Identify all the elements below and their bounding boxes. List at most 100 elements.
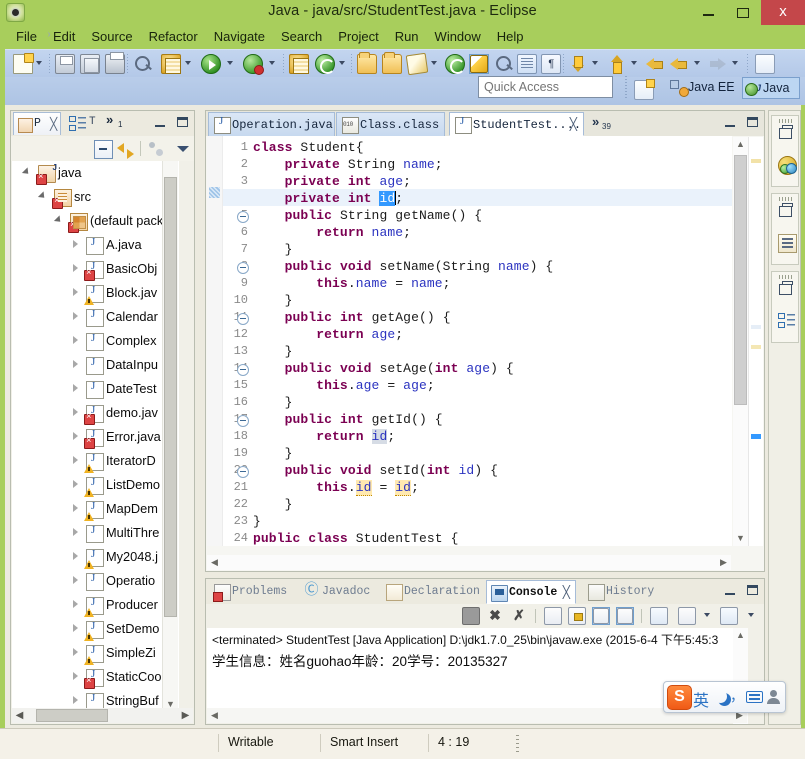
external-tools-icon[interactable] bbox=[161, 54, 181, 74]
code-line[interactable]: public String getName() { bbox=[253, 208, 482, 223]
code-line[interactable]: } bbox=[253, 344, 293, 359]
tree-item[interactable]: DataInpu bbox=[12, 353, 179, 377]
tree-item[interactable]: demo.jav bbox=[12, 401, 179, 425]
editor-scroll-right-button[interactable]: ▶ bbox=[716, 555, 731, 570]
tree-collapse-arrow-icon[interactable] bbox=[72, 552, 81, 561]
collapse-all-icon[interactable] bbox=[94, 140, 113, 159]
menu-navigate[interactable]: Navigate bbox=[206, 25, 273, 49]
code-line[interactable]: this.age = age; bbox=[253, 378, 435, 393]
debug-dropdown-icon[interactable] bbox=[269, 61, 275, 65]
tree-collapse-arrow-icon[interactable] bbox=[72, 240, 81, 249]
tree-collapse-arrow-icon[interactable] bbox=[72, 600, 81, 609]
previous-edit-dropdown-icon[interactable] bbox=[631, 61, 637, 65]
perspective-java[interactable]: Java bbox=[742, 77, 800, 99]
close-icon[interactable]: ╳ bbox=[570, 117, 577, 132]
tree-item[interactable]: Complex bbox=[12, 329, 179, 353]
save-all-icon[interactable] bbox=[80, 54, 100, 74]
console-scroll-up-button[interactable]: ▲ bbox=[733, 628, 748, 643]
tab-declaration[interactable]: Declaration bbox=[382, 580, 480, 604]
tree-collapse-arrow-icon[interactable] bbox=[72, 576, 81, 585]
link-with-editor-icon[interactable] bbox=[117, 140, 134, 159]
quick-access-input[interactable] bbox=[478, 76, 613, 98]
new-wizard-icon[interactable] bbox=[13, 53, 34, 74]
tree-horizontal-scrollbar[interactable]: ◀ ▶ bbox=[12, 708, 193, 723]
pin-editor-icon[interactable] bbox=[755, 54, 775, 74]
tree-collapse-arrow-icon[interactable] bbox=[72, 696, 81, 705]
type-hierarchy-icon[interactable] bbox=[69, 115, 86, 132]
tree-collapse-arrow-icon[interactable] bbox=[72, 312, 81, 321]
outline-minimized-icon[interactable] bbox=[778, 234, 797, 253]
tree-item[interactable]: BasicObj bbox=[12, 257, 179, 281]
toggle-mark-occurrences-icon[interactable] bbox=[133, 54, 153, 74]
tree-vertical-scrollbar[interactable] bbox=[162, 161, 178, 712]
code-line[interactable]: private int id; bbox=[253, 191, 403, 206]
tree-hscroll-thumb[interactable] bbox=[36, 709, 108, 722]
editor-overview-ruler[interactable] bbox=[748, 137, 763, 546]
editor-tab-studenttest-java[interactable]: StudentTest.... ╳ bbox=[449, 112, 584, 136]
code-line[interactable]: } bbox=[253, 497, 293, 512]
code-line[interactable]: public void setId(int id) { bbox=[253, 463, 498, 478]
sogou-logo-icon[interactable]: S bbox=[667, 685, 692, 710]
menu-refactor[interactable]: Refactor bbox=[141, 25, 206, 49]
external-tools-dropdown-icon[interactable] bbox=[185, 61, 191, 65]
remove-launch-icon[interactable]: ✖ bbox=[486, 607, 504, 625]
tree-item[interactable]: MapDem bbox=[12, 497, 179, 521]
run-icon[interactable] bbox=[201, 54, 221, 74]
open-console-icon[interactable] bbox=[720, 607, 738, 625]
tree-collapse-arrow-icon[interactable] bbox=[72, 456, 81, 465]
code-line[interactable]: } bbox=[253, 446, 293, 461]
tree-scroll-right-button[interactable]: ▶ bbox=[178, 708, 193, 723]
tree-collapse-arrow-icon[interactable] bbox=[72, 288, 81, 297]
restore-icon[interactable] bbox=[779, 281, 793, 295]
pilcrow-icon[interactable]: ¶ bbox=[541, 54, 561, 74]
minimize-button[interactable] bbox=[694, 0, 724, 25]
tab-package-explorer[interactable]: P ╳ bbox=[13, 112, 61, 135]
code-line[interactable]: public int getId() { bbox=[253, 412, 443, 427]
minimize-view-button[interactable] bbox=[152, 114, 169, 131]
menu-run[interactable]: Run bbox=[387, 25, 427, 49]
punctuation-icon[interactable]: ， bbox=[730, 686, 744, 706]
code-line[interactable]: public void setAge(int age) { bbox=[253, 361, 514, 376]
tree-item[interactable]: ListDemo bbox=[12, 473, 179, 497]
forward-icon[interactable] bbox=[707, 54, 727, 74]
minimized-stack-hierarchy[interactable] bbox=[771, 271, 799, 343]
close-icon[interactable]: ╳ bbox=[563, 585, 570, 600]
editor-tab-class-class[interactable]: Class.class bbox=[336, 112, 445, 136]
console-scroll-left-button[interactable]: ◀ bbox=[207, 708, 222, 723]
menu-search[interactable]: Search bbox=[273, 25, 330, 49]
view-menu-icon[interactable] bbox=[174, 140, 191, 157]
moon-icon[interactable] bbox=[714, 690, 727, 703]
ime-expand-handle[interactable]: › bbox=[35, 29, 63, 40]
maximize-view-button[interactable] bbox=[174, 114, 191, 131]
hierarchy-minimized-icon[interactable] bbox=[778, 312, 795, 329]
more-views-chevron-icon[interactable]: » bbox=[106, 112, 113, 127]
code-line[interactable]: class Student{ bbox=[253, 140, 364, 155]
tree-expand-arrow-icon[interactable] bbox=[24, 168, 33, 177]
save-icon[interactable] bbox=[55, 54, 75, 74]
tree-item[interactable]: src bbox=[12, 185, 179, 209]
maximize-console-button[interactable] bbox=[744, 582, 761, 599]
fold-collapse-icon[interactable] bbox=[237, 364, 249, 376]
show-console-on-output-icon[interactable] bbox=[592, 607, 610, 625]
fold-collapse-icon[interactable] bbox=[237, 466, 249, 478]
show-console-on-error-icon[interactable] bbox=[616, 607, 634, 625]
back-history-dropdown-icon[interactable] bbox=[694, 61, 700, 65]
tree-item[interactable]: (default pack bbox=[12, 209, 179, 233]
code-line[interactable]: private int age; bbox=[253, 174, 411, 189]
minimize-console-button[interactable] bbox=[722, 582, 739, 599]
pin-console-icon[interactable] bbox=[650, 607, 668, 625]
terminate-icon[interactable] bbox=[462, 607, 480, 625]
next-annotation-icon[interactable] bbox=[494, 54, 514, 74]
menu-source[interactable]: Source bbox=[83, 25, 140, 49]
tree-item[interactable]: StaticCoo bbox=[12, 665, 179, 689]
display-selected-console-dropdown-icon[interactable] bbox=[704, 613, 710, 617]
menu-window[interactable]: Window bbox=[427, 25, 489, 49]
tree-item[interactable]: IteratorD bbox=[12, 449, 179, 473]
open-task-list-icon[interactable] bbox=[517, 54, 537, 74]
fold-collapse-icon[interactable] bbox=[237, 262, 249, 274]
tree-collapse-arrow-icon[interactable] bbox=[72, 504, 81, 513]
code-line[interactable]: return age; bbox=[253, 327, 403, 342]
tree-collapse-arrow-icon[interactable] bbox=[72, 432, 81, 441]
scroll-lock-icon[interactable] bbox=[568, 607, 586, 625]
code-line[interactable]: return id; bbox=[253, 429, 395, 444]
